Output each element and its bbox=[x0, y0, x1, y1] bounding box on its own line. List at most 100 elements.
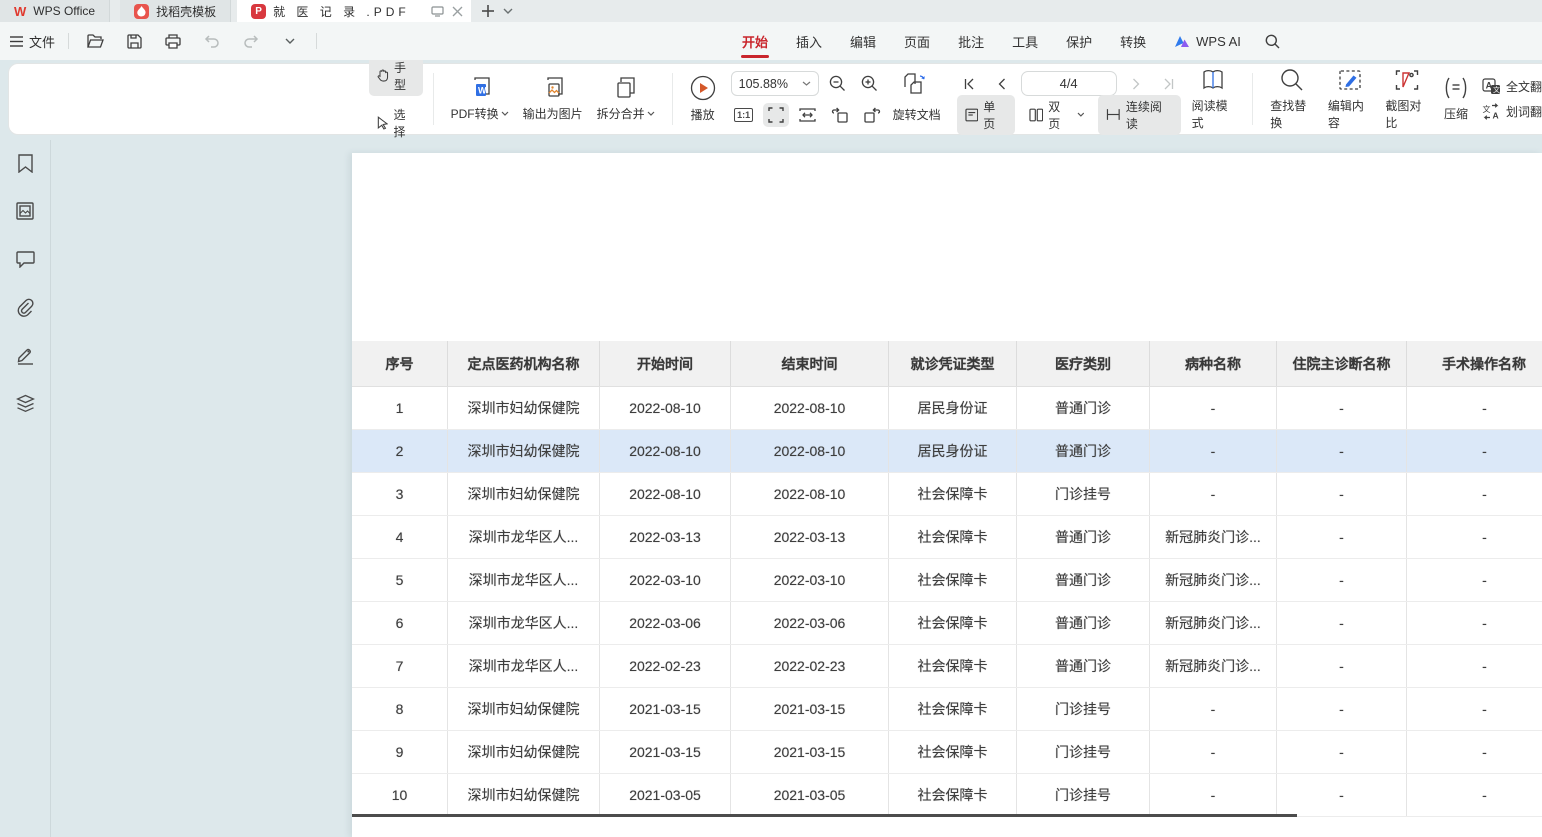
single-page-button[interactable]: 单页 bbox=[957, 95, 1015, 135]
menu-item-tools[interactable]: 工具 bbox=[998, 22, 1052, 60]
signature-panel-button[interactable] bbox=[12, 342, 38, 368]
menu-item-protect[interactable]: 保护 bbox=[1052, 22, 1106, 60]
menu-item-insert[interactable]: 插入 bbox=[782, 22, 836, 60]
table-cell: 普通门诊 bbox=[1017, 516, 1150, 558]
edit-content-button[interactable]: 编辑内容 bbox=[1321, 68, 1379, 131]
rotate-pages-icon[interactable] bbox=[903, 72, 929, 96]
wps-ai-button[interactable]: WPS AI bbox=[1160, 34, 1255, 49]
left-sidebar bbox=[0, 150, 50, 416]
paperclip-icon bbox=[16, 298, 35, 317]
split-screen-icon[interactable] bbox=[431, 6, 444, 17]
comments-panel-button[interactable] bbox=[12, 246, 38, 272]
undo-icon[interactable] bbox=[199, 29, 225, 53]
next-page-icon[interactable] bbox=[1123, 72, 1149, 96]
menu-item-convert[interactable]: 转换 bbox=[1106, 22, 1160, 60]
read-mode-button[interactable]: 阅读模式 bbox=[1185, 68, 1243, 131]
pdf-convert-icon: W bbox=[467, 76, 493, 100]
menu-item-home[interactable]: 开始 bbox=[728, 22, 782, 60]
table-cell: 新冠肺炎门诊... bbox=[1150, 645, 1277, 687]
column-header: 定点医药机构名称 bbox=[448, 341, 600, 386]
table-cell: 2022-02-23 bbox=[731, 645, 889, 687]
table-cell: - bbox=[1277, 387, 1407, 429]
table-cell: 深圳市龙华区人... bbox=[448, 602, 600, 644]
open-file-icon[interactable] bbox=[82, 29, 108, 53]
double-page-button[interactable]: 双页 bbox=[1021, 95, 1093, 135]
new-tab-button[interactable] bbox=[481, 4, 495, 18]
redo-icon[interactable] bbox=[238, 29, 264, 53]
table-row[interactable]: 9深圳市妇幼保健院2021-03-152021-03-15社会保障卡门诊挂号--… bbox=[352, 731, 1542, 774]
table-row[interactable]: 5深圳市龙华区人...2022-03-102022-03-10社会保障卡普通门诊… bbox=[352, 559, 1542, 602]
table-cell: 9 bbox=[352, 731, 448, 773]
table-cell: 社会保障卡 bbox=[889, 602, 1017, 644]
tab-document-pdf[interactable]: P 就 医 记 录 .PDF bbox=[237, 0, 471, 22]
tab-docer-templates[interactable]: 找稻壳模板 bbox=[120, 0, 231, 22]
split-merge-button[interactable]: 拆分合并 bbox=[590, 76, 662, 122]
tab-list-chevron-icon[interactable] bbox=[503, 8, 513, 14]
attachments-panel-button[interactable] bbox=[12, 294, 38, 320]
comment-icon bbox=[16, 251, 35, 268]
zoom-out-icon[interactable] bbox=[825, 72, 851, 96]
fit-width-button[interactable] bbox=[795, 103, 821, 127]
actual-size-button[interactable]: 1:1 bbox=[731, 103, 757, 127]
table-cell: 深圳市龙华区人... bbox=[448, 645, 600, 687]
search-icon[interactable] bbox=[1255, 34, 1290, 49]
menu-item-comment[interactable]: 批注 bbox=[944, 22, 998, 60]
file-menu-button[interactable]: 文件 bbox=[10, 32, 55, 51]
table-cell: 门诊挂号 bbox=[1017, 473, 1150, 515]
compress-button[interactable]: 压缩 bbox=[1436, 76, 1476, 122]
menu-item-edit[interactable]: 编辑 bbox=[836, 22, 890, 60]
print-icon[interactable] bbox=[160, 29, 186, 53]
hand-tool-button[interactable]: 手型 bbox=[369, 56, 423, 96]
fit-page-button[interactable] bbox=[763, 103, 789, 127]
bookmarks-panel-button[interactable] bbox=[12, 150, 38, 176]
close-tab-icon[interactable] bbox=[452, 6, 463, 17]
table-cell: 2022-02-23 bbox=[600, 645, 731, 687]
export-as-image-button[interactable]: 输出为图片 bbox=[516, 76, 590, 122]
table-row[interactable]: 10深圳市妇幼保健院2021-03-052021-03-05社会保障卡门诊挂号-… bbox=[352, 774, 1542, 817]
continuous-read-button[interactable]: 连续阅读 bbox=[1098, 95, 1180, 135]
table-cell: 2022-08-10 bbox=[600, 387, 731, 429]
menu-item-page[interactable]: 页面 bbox=[890, 22, 944, 60]
table-row[interactable]: 7深圳市龙华区人...2022-02-232022-02-23社会保障卡普通门诊… bbox=[352, 645, 1542, 688]
previous-page-icon[interactable] bbox=[989, 72, 1015, 96]
word-translate-button[interactable]: 文 A 划词翻译 bbox=[1482, 103, 1542, 120]
find-replace-icon bbox=[1280, 68, 1304, 92]
zoom-in-icon[interactable] bbox=[857, 72, 883, 96]
play-button[interactable]: 播放 bbox=[683, 75, 723, 123]
select-tool-button[interactable]: 选择 bbox=[369, 103, 423, 143]
full-translate-button[interactable]: A 文 全文翻译 bbox=[1482, 78, 1542, 95]
table-cell: 社会保障卡 bbox=[889, 731, 1017, 773]
thumbnails-panel-button[interactable] bbox=[12, 198, 38, 224]
tab-wps-office[interactable]: W WPS Office bbox=[0, 0, 110, 22]
screenshot-compare-button[interactable]: 截图对比 bbox=[1378, 68, 1436, 131]
find-replace-button[interactable]: 查找替换 bbox=[1263, 68, 1321, 131]
rotate-left-button[interactable] bbox=[827, 103, 853, 127]
table-row[interactable]: 2深圳市妇幼保健院2022-08-102022-08-10居民身份证普通门诊--… bbox=[352, 430, 1542, 473]
table-cell: 深圳市龙华区人... bbox=[448, 559, 600, 601]
page-indicator-input[interactable]: 4/4 bbox=[1021, 71, 1117, 96]
column-header: 结束时间 bbox=[731, 341, 889, 386]
save-icon[interactable] bbox=[121, 29, 147, 53]
hand-icon bbox=[377, 68, 389, 83]
column-header: 就诊凭证类型 bbox=[889, 341, 1017, 386]
rotate-doc-button[interactable]: 旋转文档 bbox=[893, 106, 941, 123]
first-page-icon[interactable] bbox=[957, 72, 983, 96]
split-merge-icon bbox=[614, 76, 638, 100]
quickbar-more-chevron-icon[interactable] bbox=[277, 29, 303, 53]
pen-icon bbox=[16, 346, 35, 365]
table-row[interactable]: 1深圳市妇幼保健院2022-08-102022-08-10居民身份证普通门诊--… bbox=[352, 387, 1542, 430]
rotate-right-button[interactable] bbox=[859, 103, 885, 127]
full-translate-icon: A 文 bbox=[1482, 78, 1501, 95]
chevron-down-icon bbox=[1077, 112, 1085, 117]
table-row[interactable]: 3深圳市妇幼保健院2022-08-102022-08-10社会保障卡门诊挂号--… bbox=[352, 473, 1542, 516]
table-cell: 2022-03-06 bbox=[731, 602, 889, 644]
last-page-icon[interactable] bbox=[1155, 72, 1181, 96]
table-row[interactable]: 6深圳市龙华区人...2022-03-062022-03-06社会保障卡普通门诊… bbox=[352, 602, 1542, 645]
zoom-level-select[interactable]: 105.88% bbox=[731, 71, 819, 96]
layers-panel-button[interactable] bbox=[12, 390, 38, 416]
table-row[interactable]: 4深圳市龙华区人...2022-03-132022-03-13社会保障卡普通门诊… bbox=[352, 516, 1542, 559]
pdf-convert-button[interactable]: W PDF转换 bbox=[444, 76, 516, 122]
single-page-icon bbox=[965, 108, 979, 122]
table-row[interactable]: 8深圳市妇幼保健院2021-03-152021-03-15社会保障卡门诊挂号--… bbox=[352, 688, 1542, 731]
svg-text:文: 文 bbox=[1483, 104, 1491, 114]
